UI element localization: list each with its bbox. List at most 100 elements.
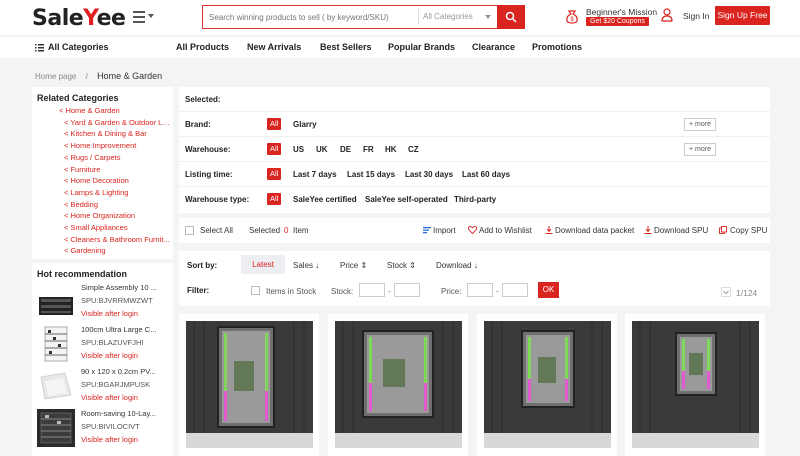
hot-item-title[interactable]: Room-saving 10-Lay... — [81, 409, 167, 418]
sign-up-button[interactable]: Sign Up Free — [715, 6, 770, 25]
product-image[interactable] — [335, 321, 462, 448]
search-input[interactable] — [203, 6, 417, 28]
listing-all-chip[interactable]: All — [267, 168, 282, 180]
menu-icon[interactable] — [133, 10, 155, 24]
sort-download-button[interactable]: Download ↓ — [436, 261, 478, 270]
nav-promotions[interactable]: Promotions — [532, 42, 582, 52]
stock-max-input[interactable] — [394, 283, 420, 297]
warehouse-option[interactable]: CZ — [408, 145, 419, 154]
price-max-input[interactable] — [502, 283, 528, 297]
stock-min-input[interactable] — [359, 283, 385, 297]
category-link[interactable]: < Yard & Garden & Outdoor Li... — [64, 118, 170, 127]
wtype-option[interactable]: SaleYee certified — [293, 195, 357, 204]
copy-spu-button[interactable]: Copy SPU — [730, 226, 767, 235]
hot-item[interactable]: 90 x 120 x 0.2cm PV... SPU:BGARJMPUSK Vi… — [37, 367, 169, 407]
hot-item-price-hidden[interactable]: Visible after login — [81, 309, 138, 318]
product-image[interactable] — [484, 321, 611, 448]
category-link[interactable]: < Home Improvement — [64, 141, 170, 150]
warehouse-option[interactable]: US — [293, 145, 304, 154]
sort-stock-button[interactable]: Stock ⇕ — [387, 261, 416, 270]
warehouse-option[interactable]: DE — [340, 145, 351, 154]
in-stock-label[interactable]: Items in Stock — [266, 287, 316, 296]
category-link[interactable]: < Home Decoration — [64, 176, 170, 185]
in-stock-checkbox[interactable] — [251, 286, 260, 295]
category-link[interactable]: < Furniture — [64, 165, 170, 174]
hot-item-price-hidden[interactable]: Visible after login — [81, 393, 138, 402]
product-thumbnail[interactable] — [37, 325, 75, 363]
product-thumbnail[interactable] — [37, 367, 75, 405]
category-link[interactable]: < Cleaners & Bathroom Furnit... — [64, 235, 170, 244]
product-card[interactable] — [477, 314, 617, 456]
wtype-option[interactable]: Third-party — [454, 195, 496, 204]
listing-option[interactable]: Last 30 days — [405, 170, 453, 179]
coupon-badge[interactable]: Get $20 Coupons — [586, 17, 649, 26]
nav-all-products[interactable]: All Products — [176, 42, 229, 52]
user-icon[interactable] — [661, 8, 673, 22]
import-icon[interactable] — [423, 226, 431, 234]
hot-item[interactable]: Room-saving 10-Lay... SPU:BIVILOCIVT Vis… — [37, 409, 169, 449]
sign-in-link[interactable]: Sign In — [683, 11, 709, 21]
category-link[interactable]: < Lamps & Lighting — [64, 188, 170, 197]
product-thumbnail[interactable] — [37, 409, 75, 447]
warehouse-option[interactable]: UK — [316, 145, 328, 154]
hot-item-title[interactable]: Simple Assembly 10 ... — [81, 283, 167, 292]
brand-all-chip[interactable]: All — [267, 118, 282, 130]
listing-option[interactable]: Last 60 days — [462, 170, 510, 179]
category-link[interactable]: < Home Organization — [64, 211, 170, 220]
category-link[interactable]: < Gardening — [64, 246, 170, 255]
sort-price-button[interactable]: Price ⇕ — [340, 261, 367, 270]
brand-more-button[interactable]: + more — [684, 118, 716, 131]
breadcrumb-home[interactable]: Home page — [35, 72, 76, 81]
beginners-mission-link[interactable]: Beginner's Mission — [586, 7, 657, 17]
select-all-checkbox[interactable] — [185, 226, 194, 235]
download-spu-button[interactable]: Download SPU — [654, 226, 708, 235]
wtype-all-chip[interactable]: All — [267, 193, 282, 205]
download-icon[interactable] — [545, 226, 553, 234]
filter-ok-button[interactable]: OK — [538, 282, 559, 298]
category-link[interactable]: < Home & Garden — [59, 106, 169, 115]
product-card[interactable] — [179, 314, 319, 456]
add-to-wishlist-button[interactable]: Add to Wishlist — [479, 226, 532, 235]
nav-clearance[interactable]: Clearance — [472, 42, 515, 52]
warehouse-option[interactable]: FR — [363, 145, 374, 154]
nav-new-arrivals[interactable]: New Arrivals — [247, 42, 301, 52]
product-image[interactable] — [186, 321, 313, 448]
nav-best-sellers[interactable]: Best Sellers — [320, 42, 372, 52]
warehouse-option[interactable]: HK — [385, 145, 397, 154]
warehouse-all-chip[interactable]: All — [267, 143, 282, 155]
saleyee-logo[interactable]: SaleYee — [32, 6, 126, 31]
hot-item[interactable]: 100cm Ultra Large C... SPU:BLAZUVFJHI Vi… — [37, 325, 169, 365]
category-link[interactable]: < Rugs / Carpets — [64, 153, 170, 162]
download-icon[interactable] — [644, 226, 652, 234]
wtype-option[interactable]: SaleYee self-operated — [365, 195, 448, 204]
copy-icon[interactable] — [719, 226, 727, 234]
sort-sales-button[interactable]: Sales ↓ — [293, 261, 319, 270]
listing-option[interactable]: Last 15 days — [347, 170, 395, 179]
search-button[interactable] — [497, 5, 525, 29]
warehouse-more-button[interactable]: + more — [684, 143, 716, 156]
brand-option[interactable]: Glarry — [293, 120, 317, 129]
category-link[interactable]: < Kitchen & Dining & Bar — [64, 129, 170, 138]
money-bag-icon[interactable]: $ — [565, 8, 579, 24]
import-button[interactable]: Import — [433, 226, 456, 235]
category-link[interactable]: < Small Appliances — [64, 223, 170, 232]
select-all-label[interactable]: Select All — [200, 226, 233, 235]
product-card[interactable] — [625, 314, 765, 456]
download-data-packet-button[interactable]: Download data packet — [555, 226, 634, 235]
hot-item-title[interactable]: 90 x 120 x 0.2cm PV... — [81, 367, 167, 376]
listing-option[interactable]: Last 7 days — [293, 170, 337, 179]
hot-item[interactable]: Simple Assembly 10 ... SPU:BJVRRMWZWT Vi… — [37, 283, 169, 323]
all-categories-menu[interactable]: All Categories — [48, 42, 109, 52]
hot-item-price-hidden[interactable]: Visible after login — [81, 351, 138, 360]
chevron-down-icon[interactable] — [721, 287, 731, 297]
sort-latest-button[interactable]: Latest — [241, 255, 285, 274]
product-card[interactable] — [328, 314, 468, 456]
product-image[interactable] — [632, 321, 759, 448]
search-category-select[interactable]: All Categories — [423, 12, 473, 21]
hot-item-price-hidden[interactable]: Visible after login — [81, 435, 138, 444]
nav-popular-brands[interactable]: Popular Brands — [388, 42, 455, 52]
heart-icon[interactable] — [468, 226, 477, 234]
price-min-input[interactable] — [467, 283, 493, 297]
category-link[interactable]: < Bedding — [64, 200, 170, 209]
product-thumbnail[interactable] — [37, 283, 75, 321]
